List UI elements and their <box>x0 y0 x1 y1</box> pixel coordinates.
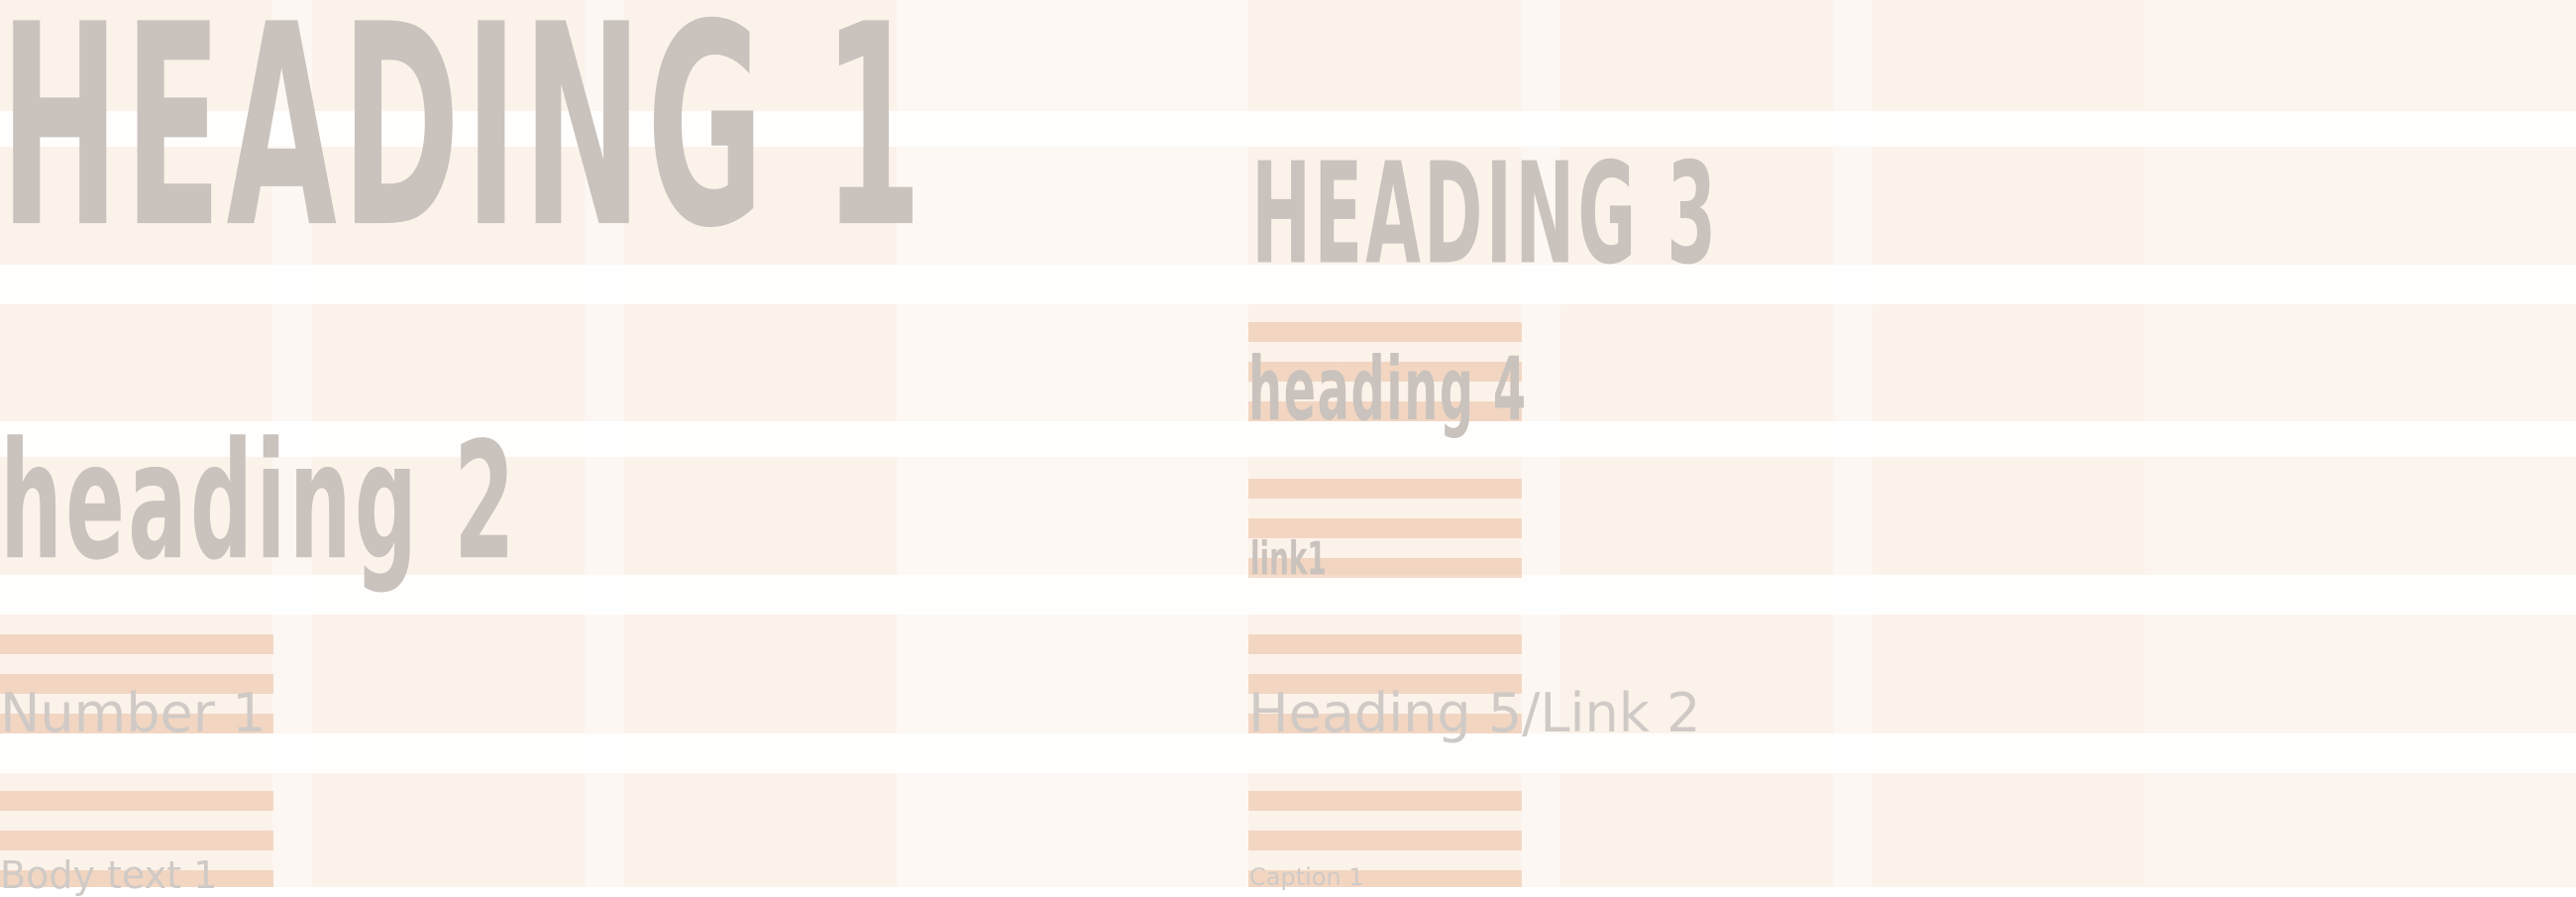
body-text-1-sample: Body text 1 <box>0 853 218 897</box>
number-1-sample: Number 1 <box>0 682 267 744</box>
heading-3-sample: HEADING 3 <box>1251 133 1720 296</box>
link-1-sample: link1 <box>1250 532 1327 586</box>
caption-1-sample: Caption 1 <box>1249 863 1364 891</box>
heading-2-sample: heading 2 <box>0 407 518 597</box>
heading-4-sample: heading 4 <box>1248 338 1528 441</box>
heading-5-link-2-sample: Heading 5/Link 2 <box>1248 682 1701 744</box>
